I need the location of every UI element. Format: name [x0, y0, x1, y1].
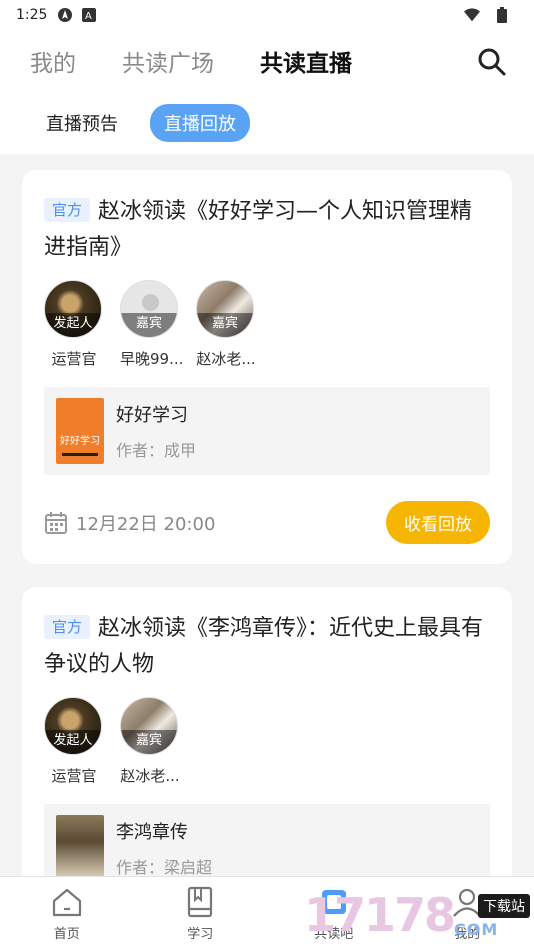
tab-mine[interactable]: 我的: [30, 44, 76, 78]
subtab-live-preview[interactable]: 直播预告: [46, 110, 118, 136]
avatar: 嘉宾: [120, 697, 178, 755]
group-read-icon: [321, 890, 346, 914]
live-date: 12月22日 20:00: [76, 513, 216, 535]
nav-study[interactable]: 学习: [165, 885, 235, 942]
card-title-text: 赵冰领读《李鸿章传》：近代史上最具有争议的人物: [44, 616, 484, 677]
top-navigation: 我的 共读广场 共读直播: [0, 30, 534, 92]
wifi-icon: [464, 7, 480, 23]
book-icon: [188, 886, 213, 918]
cover-decoration: [62, 453, 98, 456]
sub-tabs: 直播预告 直播回放: [0, 92, 534, 154]
avatar: 嘉宾: [120, 280, 178, 338]
profile-icon: [453, 888, 482, 917]
tab-reading-square[interactable]: 共读广场: [122, 44, 214, 78]
status-bar: 1:25 A: [0, 0, 534, 30]
battery-icon: [494, 7, 510, 23]
official-tag: 官方: [44, 615, 91, 639]
status-time: 1:25: [16, 7, 48, 23]
search-icon[interactable]: [476, 46, 508, 78]
subtab-live-replay[interactable]: 直播回放: [150, 104, 250, 142]
card-footer: 12月22日 20:00 收看回放: [44, 501, 490, 544]
member-list: 发起人 运营官 嘉宾 赵冰老...: [44, 697, 490, 786]
card-title: 官方 赵冰领读《李鸿章传》：近代史上最具有争议的人物: [44, 611, 490, 683]
nav-mine[interactable]: 我的: [432, 885, 502, 942]
member-item[interactable]: 发起人 运营官: [44, 280, 104, 369]
book-cover: [56, 815, 104, 881]
avatar: 发起人: [44, 697, 102, 755]
nav-reading-club[interactable]: 共读吧: [299, 885, 369, 942]
role-label: 发起人: [45, 730, 101, 754]
nav-label: 共读吧: [314, 927, 354, 942]
live-card[interactable]: 官方 赵冰领读《好好学习—个人知识管理精进指南》 发起人 运营官 嘉宾 早晚99.…: [22, 170, 512, 564]
member-item[interactable]: 嘉宾 赵冰老...: [196, 280, 256, 369]
book-cover-text: 好好学习: [60, 436, 100, 447]
navigation-icon: [57, 7, 73, 23]
tab-live-reading[interactable]: 共读直播: [260, 44, 352, 78]
book-info[interactable]: 好好学习 好好学习 作者：成甲: [44, 387, 490, 475]
bottom-navigation: 首页 学习 共读吧 我的: [0, 876, 534, 950]
role-label: 嘉宾: [121, 313, 177, 337]
role-label: 发起人: [45, 313, 101, 337]
home-icon: [52, 888, 81, 917]
member-item[interactable]: 发起人 运营官: [44, 697, 104, 786]
role-label: 嘉宾: [121, 730, 177, 754]
nav-home[interactable]: 首页: [32, 885, 102, 942]
live-card[interactable]: 官方 赵冰领读《李鸿章传》：近代史上最具有争议的人物 发起人 运营官 嘉宾 赵冰老…: [22, 587, 512, 892]
official-tag: 官方: [44, 198, 91, 222]
book-title: 好好学习: [116, 405, 188, 426]
nav-label: 首页: [53, 927, 80, 942]
book-title: 李鸿章传: [116, 822, 188, 843]
member-item[interactable]: 嘉宾 早晚99...: [120, 280, 184, 369]
member-name: 赵冰老...: [120, 767, 180, 785]
member-name: 早晚99...: [120, 350, 184, 368]
role-label: 嘉宾: [197, 313, 253, 337]
book-author: 作者：成甲: [116, 441, 197, 460]
card-title: 官方 赵冰领读《好好学习—个人知识管理精进指南》: [44, 194, 490, 266]
avatar: 发起人: [44, 280, 102, 338]
nav-label: 学习: [187, 927, 214, 942]
member-name: 赵冰老...: [196, 350, 256, 368]
nav-label: 我的: [454, 927, 481, 942]
book-cover: 好好学习: [56, 398, 104, 464]
text-a-icon: A: [81, 7, 97, 23]
svg-text:A: A: [85, 11, 92, 22]
member-name: 运营官: [51, 350, 97, 368]
member-list: 发起人 运营官 嘉宾 早晚99... 嘉宾 赵冰老...: [44, 280, 490, 369]
avatar: 嘉宾: [196, 280, 254, 338]
book-author: 作者：梁启超: [116, 858, 213, 877]
member-item[interactable]: 嘉宾 赵冰老...: [120, 697, 180, 786]
member-name: 运营官: [51, 767, 97, 785]
calendar-icon: [44, 511, 68, 535]
card-title-text: 赵冰领读《好好学习—个人知识管理精进指南》: [44, 199, 473, 260]
default-avatar-icon: [142, 294, 159, 311]
watch-replay-button[interactable]: 收看回放: [386, 501, 490, 544]
